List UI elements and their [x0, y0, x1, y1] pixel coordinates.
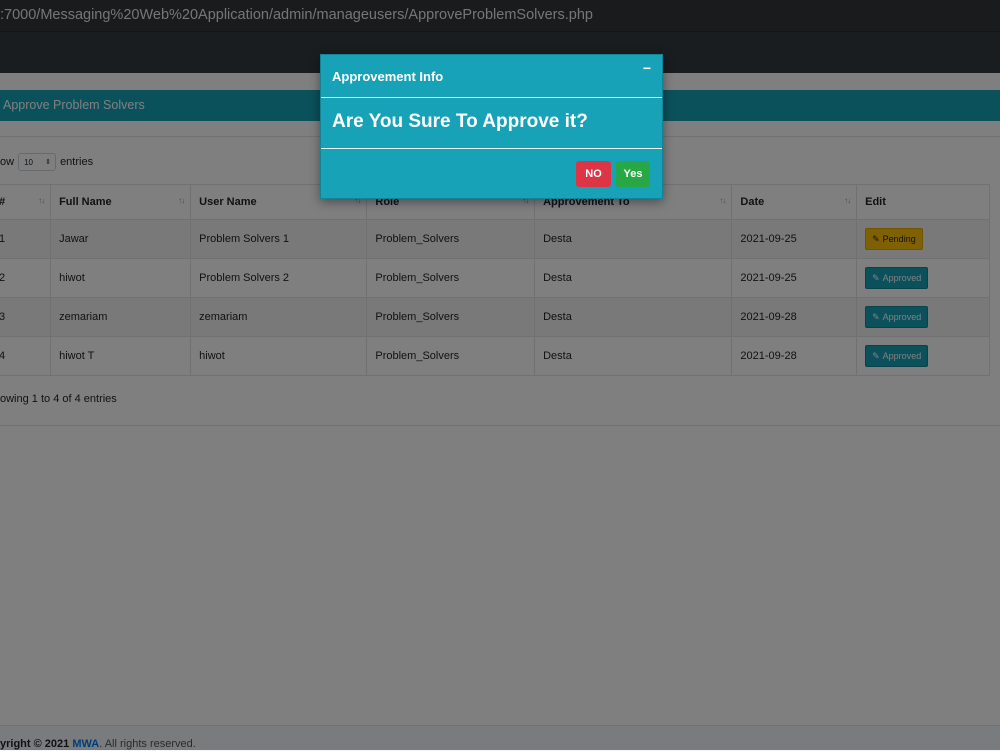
approve-confirm-modal: Approvement Info − Are You Sure To Appro…	[320, 54, 663, 199]
yes-button[interactable]: Yes	[616, 161, 650, 187]
modal-divider	[321, 148, 662, 149]
modal-message: Are You Sure To Approve it?	[332, 111, 588, 132]
modal-title: Approvement Info	[332, 69, 444, 84]
minimize-icon[interactable]: −	[643, 60, 651, 76]
no-button[interactable]: NO	[576, 161, 611, 187]
modal-header: Approvement Info −	[321, 55, 662, 98]
